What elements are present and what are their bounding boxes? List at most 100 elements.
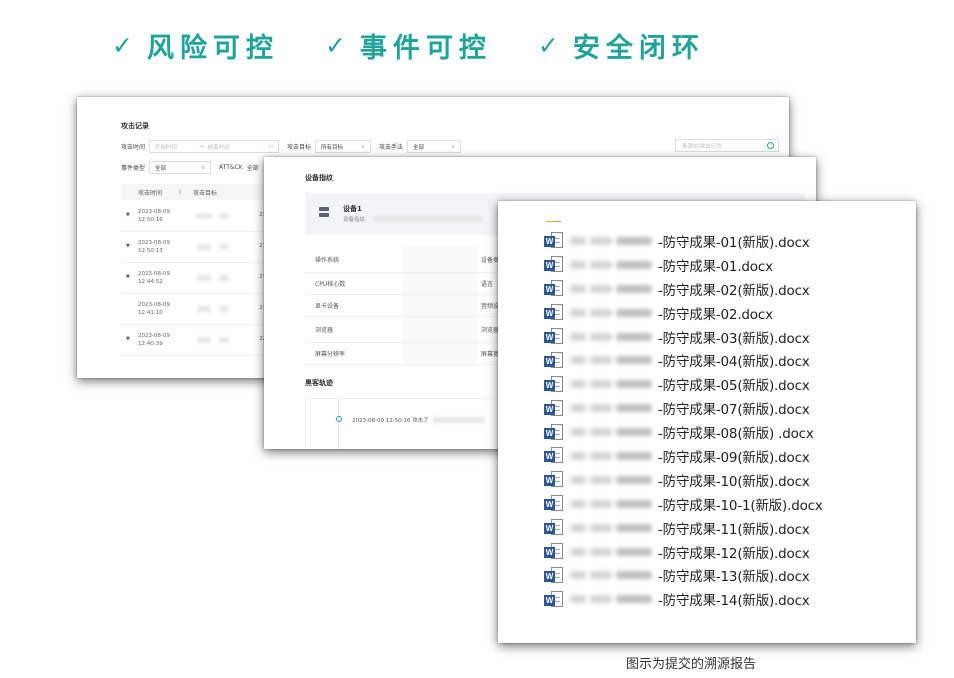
method-select[interactable]: 全部 ∨ bbox=[407, 140, 462, 153]
expand-icon[interactable]: ▼ bbox=[126, 274, 130, 280]
timeline-dot-icon bbox=[336, 416, 342, 422]
file-item[interactable]: W -防守成果-07(新版).docx bbox=[544, 396, 823, 420]
filter-label: 攻击手法 bbox=[379, 144, 404, 151]
expand-icon[interactable]: ▼ bbox=[126, 336, 130, 342]
file-item[interactable]: W -防守成果-10(新版).docx bbox=[544, 468, 823, 492]
word-doc-icon: W bbox=[544, 519, 564, 536]
row-time: 2023-08-09 12:40:39 bbox=[138, 333, 170, 347]
chevron-down-icon: ∨ bbox=[200, 164, 206, 171]
file-name: -防守成果-02(新版).docx bbox=[658, 282, 810, 299]
row-key: 浏览器 bbox=[315, 327, 334, 334]
file-name: -防守成果-11(新版).docx bbox=[658, 521, 810, 538]
file-item[interactable]: W -防守成果-04(新版).docx bbox=[544, 348, 823, 372]
file-name: -防守成果-01(新版).docx bbox=[658, 234, 810, 251]
headline: ✓ 风险可控 ✓ 事件可控 ✓ 安全闭环 bbox=[112, 26, 705, 65]
event-type-select[interactable]: 全部 ∨ bbox=[149, 161, 212, 174]
redacted-text bbox=[219, 213, 229, 219]
search-icon[interactable] bbox=[767, 142, 774, 149]
redacted-filename-prefix bbox=[570, 498, 658, 510]
timeline-line bbox=[338, 399, 339, 449]
column-time[interactable]: 攻击时间 bbox=[138, 188, 162, 197]
redacted-text bbox=[433, 417, 486, 423]
file-item[interactable]: W -防守成果-14(新版).docx bbox=[544, 587, 823, 611]
date-range-input[interactable]: 开始时间 → 结束时间 ▭ bbox=[149, 140, 280, 153]
file-name: -防守成果-01.docx bbox=[658, 258, 773, 275]
redacted-text bbox=[219, 337, 229, 343]
expand-icon[interactable]: ▼ bbox=[126, 212, 130, 218]
headline-item-risk: ✓ 风险可控 bbox=[112, 26, 279, 65]
word-doc-icon: W bbox=[544, 543, 564, 560]
device-fingerprint-label: 设备指纹: bbox=[343, 215, 483, 223]
redacted-text bbox=[219, 244, 229, 250]
word-doc-icon: W bbox=[544, 423, 564, 441]
check-icon: ✓ bbox=[112, 31, 133, 60]
filter-label: 事件类型 bbox=[121, 165, 146, 172]
attck-value[interactable]: 全部 bbox=[247, 163, 259, 172]
redacted-filename-prefix bbox=[570, 378, 658, 390]
redacted-filename-prefix bbox=[570, 522, 658, 534]
file-item[interactable]: W -防守成果-08(新版) .docx bbox=[544, 420, 823, 444]
redacted-filename-prefix bbox=[570, 450, 658, 462]
word-doc-icon: W bbox=[544, 256, 564, 273]
filter-label: ATT&CK bbox=[219, 164, 243, 171]
file-item[interactable]: W -防守成果-03(新版).docx bbox=[544, 325, 823, 349]
row-time: 2023-08-09 12:44:52 bbox=[138, 271, 170, 285]
end-date-placeholder: 结束时间 bbox=[207, 144, 230, 151]
report-file-list-panel: W -防守成果-01(新版).docx W -防守成果-01.docx W -防守成果-0… bbox=[498, 201, 916, 643]
redacted-text bbox=[197, 337, 211, 343]
row-time: 2023-08-09 12:50:13 bbox=[138, 240, 170, 254]
file-name: -防守成果-05(新版).docx bbox=[658, 378, 810, 395]
file-item[interactable]: W -防守成果-05(新版).docx bbox=[544, 372, 823, 396]
caption: 图示为提交的溯源报告 bbox=[626, 657, 757, 672]
redacted-filename-prefix bbox=[570, 426, 658, 438]
redacted-text bbox=[197, 244, 211, 250]
file-item[interactable]: W -防守成果-09(新版).docx bbox=[544, 444, 823, 468]
file-name: -防守成果-02.docx bbox=[658, 306, 773, 323]
word-doc-icon: W bbox=[544, 375, 564, 393]
column-target[interactable]: 攻击目标 bbox=[193, 188, 217, 197]
row-key: 显卡设备 bbox=[315, 303, 340, 310]
redacted-text bbox=[219, 275, 229, 281]
row-time: 2023-08-09 12:50:16 bbox=[138, 209, 170, 223]
calendar-icon: ▭ bbox=[267, 143, 274, 150]
redacted-text bbox=[197, 306, 211, 312]
file-item[interactable]: W -防守成果-02(新版).docx bbox=[544, 277, 823, 301]
word-doc-icon: W bbox=[544, 351, 564, 369]
file-item[interactable]: W -防守成果-11(新版).docx bbox=[544, 516, 823, 540]
target-select[interactable]: 所有目标 ∨ bbox=[315, 140, 372, 153]
start-date-placeholder: 开始时间 bbox=[155, 144, 178, 151]
section-title: 黑客轨迹 bbox=[305, 379, 333, 387]
timeline-item[interactable]: 2023-08-09 12:50:16 攻击了 bbox=[352, 416, 486, 424]
file-name: -防守成果-10-1(新版).docx bbox=[658, 497, 823, 514]
file-item[interactable]: W -防守成果-02.docx bbox=[544, 301, 823, 325]
filter-label: 攻击时间 bbox=[121, 144, 146, 151]
word-doc-icon: W bbox=[544, 495, 564, 512]
word-doc-icon: W bbox=[544, 328, 564, 345]
word-doc-icon: W bbox=[544, 590, 564, 608]
redacted-cell bbox=[403, 343, 477, 364]
file-name: -防守成果-14(新版).docx bbox=[658, 593, 810, 610]
redacted-filename-prefix bbox=[570, 474, 658, 486]
file-item[interactable]: W -防守成果-13(新版).docx bbox=[544, 563, 823, 587]
file-item[interactable]: W -防守成果-10-1(新版).docx bbox=[544, 492, 823, 516]
redacted-cell bbox=[403, 317, 477, 342]
redacted-text bbox=[219, 306, 229, 312]
search-input[interactable]: 来源IP/攻击行为 bbox=[675, 139, 779, 152]
file-item[interactable]: W -防守成果-12(新版).docx bbox=[544, 540, 823, 564]
hacker-timeline: 2023-08-09 12:50:16 攻击了 bbox=[305, 398, 495, 449]
redacted-filename-prefix bbox=[570, 354, 658, 366]
file-item[interactable]: W -防守成果-01(新版).docx bbox=[544, 229, 823, 253]
accent-underline bbox=[546, 221, 561, 222]
expand-icon[interactable]: ▼ bbox=[126, 243, 130, 249]
redacted-filename-prefix bbox=[570, 569, 658, 581]
chevron-down-icon: ∨ bbox=[361, 143, 366, 150]
file-name: -防守成果-10(新版).docx bbox=[658, 473, 810, 490]
redacted-text bbox=[372, 216, 483, 222]
file-name: -防守成果-09(新版).docx bbox=[658, 449, 810, 466]
row-key: 操作系统 bbox=[315, 257, 340, 264]
file-name: -防守成果-13(新版).docx bbox=[658, 569, 810, 586]
redacted-cell bbox=[403, 295, 477, 316]
file-item[interactable]: W -防守成果-01.docx bbox=[544, 253, 823, 277]
filter-label: 攻击目标 bbox=[287, 144, 312, 151]
sort-icon[interactable]: ⇕ bbox=[177, 189, 182, 196]
